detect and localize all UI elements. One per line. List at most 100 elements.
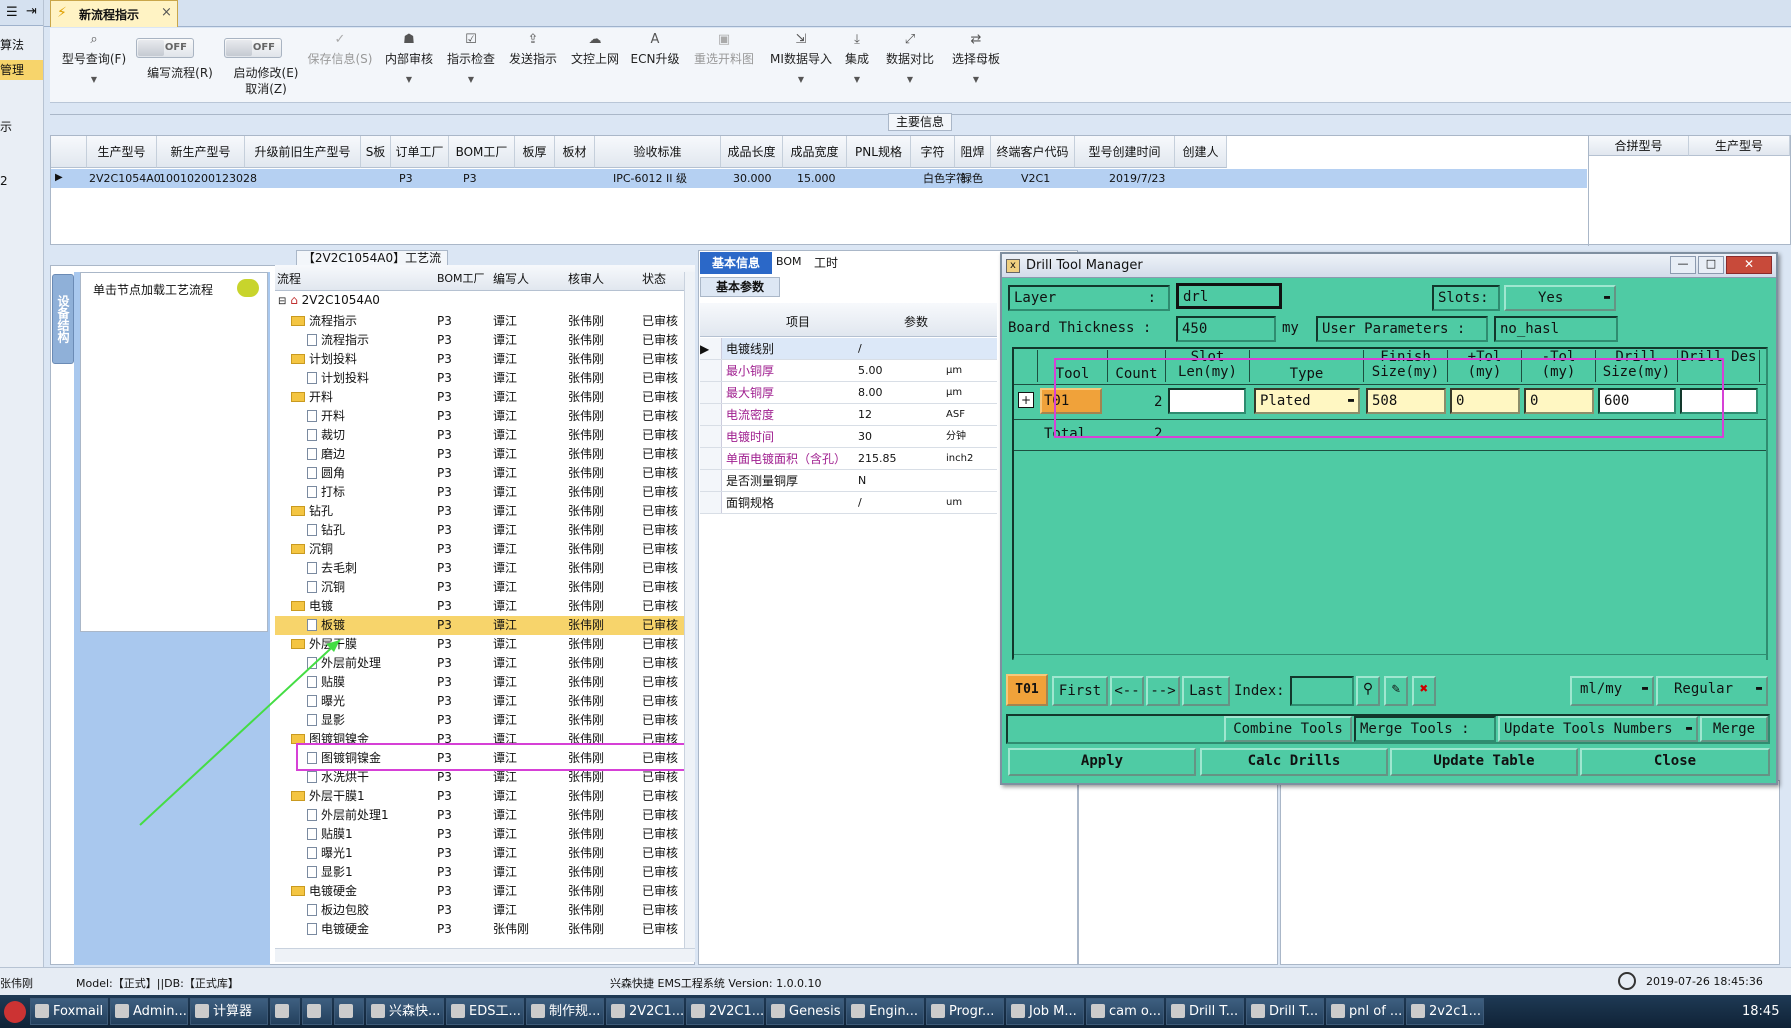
subtab-basic-params[interactable]: 基本参数: [700, 277, 780, 297]
table-row[interactable]: 电流密度 12 ASF: [700, 404, 997, 426]
expand-row-icon[interactable]: +: [1018, 392, 1034, 408]
col-header[interactable]: 参数: [904, 313, 928, 330]
tree-row[interactable]: 电镀硬金 P3 谭江 张伟刚 已审核: [275, 882, 685, 901]
edit-icon[interactable]: ✎: [1384, 676, 1408, 706]
taskbar-item[interactable]: 2v2c1...: [1406, 998, 1484, 1025]
calc-drills-button[interactable]: Calc Drills: [1200, 748, 1388, 776]
tree-hscrollbar[interactable]: [275, 948, 695, 962]
tree-row[interactable]: 计划投料 P3 谭江 张伟刚 已审核: [275, 350, 685, 369]
col-header[interactable]: 验收标准: [595, 136, 721, 168]
prev-button[interactable]: <--: [1110, 676, 1144, 706]
tree-row[interactable]: 钻孔 P3 谭江 张伟刚 已审核: [275, 502, 685, 521]
tab-close-icon[interactable]: ×: [161, 5, 172, 20]
col-header[interactable]: 项目: [786, 313, 810, 330]
apply-button[interactable]: Apply: [1008, 748, 1196, 776]
doc-control-online-button[interactable]: ☁ 文控上网: [566, 32, 624, 67]
tree-row[interactable]: 裁切 P3 谭江 张伟刚 已审核: [275, 426, 685, 445]
col-header[interactable]: 新生产型号: [157, 136, 245, 168]
dtm-titlebar[interactable]: x Drill Tool Manager — □ ✕: [1002, 254, 1776, 278]
taskbar-item[interactable]: 兴森快...: [366, 998, 444, 1025]
table-row[interactable]: 面铜规格 / um: [700, 492, 997, 514]
next-button[interactable]: -->: [1146, 676, 1180, 706]
tab-new-process[interactable]: ⚡ 新流程指示 ×: [50, 0, 178, 27]
close-button[interactable]: Close: [1580, 748, 1770, 776]
col-header[interactable]: 状态: [642, 270, 666, 287]
tree-row[interactable]: 圆角 P3 谭江 张伟刚 已审核: [275, 464, 685, 483]
taskbar-item[interactable]: pnl of ...: [1326, 998, 1404, 1025]
update-tools-numbers-dropdown[interactable]: Update Tools Numbers ▬: [1498, 716, 1698, 742]
table-row[interactable]: 单面电镀面积（含孔） 215.85 inch2: [700, 448, 997, 470]
first-button[interactable]: First: [1052, 676, 1108, 706]
col-header[interactable]: S板: [361, 136, 391, 168]
instruction-check-button[interactable]: ☑ 指示检查 ▼: [442, 32, 500, 84]
ecn-upgrade-button[interactable]: A ECN升级: [626, 32, 684, 67]
tree-row[interactable]: 开料 P3 谭江 张伟刚 已审核: [275, 407, 685, 426]
minimize-icon[interactable]: —: [1670, 256, 1696, 274]
col-header[interactable]: BOM工厂: [449, 136, 515, 168]
table-row[interactable]: 最大铜厚 8.00 μm: [700, 382, 997, 404]
start-icon[interactable]: [4, 1001, 26, 1023]
send-instruction-button[interactable]: ⇪ 发送指示: [504, 32, 562, 67]
col-header[interactable]: 终端客户代码: [991, 136, 1075, 168]
taskbar-item[interactable]: 制作规...: [526, 998, 604, 1025]
sidebar-item-instruction[interactable]: 示: [0, 118, 12, 135]
tree-row[interactable]: 沉铜 P3 谭江 张伟刚 已审核: [275, 540, 685, 559]
taskbar-item[interactable]: [334, 998, 364, 1025]
col-header[interactable]: 升级前旧生产型号: [245, 136, 361, 168]
update-table-button[interactable]: Update Table: [1390, 748, 1578, 776]
delete-icon[interactable]: ✖: [1412, 676, 1436, 706]
col-header[interactable]: 订单工厂: [391, 136, 449, 168]
layer-input[interactable]: drl: [1176, 283, 1282, 309]
tree-row[interactable]: 板边包胶 P3 谭江 张伟刚 已审核: [275, 901, 685, 920]
maximize-icon[interactable]: □: [1698, 256, 1724, 274]
col-header[interactable]: 合拼型号: [1589, 136, 1689, 156]
col-header[interactable]: 创建人: [1175, 136, 1227, 168]
col-header[interactable]: 生产型号: [87, 136, 157, 168]
col-header[interactable]: PNL规格: [847, 136, 911, 168]
taskbar-item[interactable]: Drill T...: [1246, 998, 1324, 1025]
col-header[interactable]: 板厚: [515, 136, 555, 168]
combine-tools-button[interactable]: Combine Tools: [1224, 716, 1352, 742]
tree-root[interactable]: ⊟ ⌂ 2V2C1054A0: [278, 293, 380, 307]
sidebar-item-2[interactable]: 2: [0, 174, 8, 188]
locate-icon[interactable]: ⚲: [1356, 676, 1380, 706]
units-dropdown[interactable]: ml/my ▬: [1570, 676, 1654, 706]
model-query-button[interactable]: ⌕ 型号查询(F) ▼: [54, 32, 134, 84]
taskbar-item[interactable]: Drill T...: [1166, 998, 1244, 1025]
integrate-button[interactable]: ⤓ 集成 ▼: [840, 32, 874, 84]
tree-row[interactable]: 曝光1 P3 谭江 张伟刚 已审核: [275, 844, 685, 863]
menu-icon[interactable]: ☰: [6, 5, 18, 20]
taskbar-item[interactable]: Job M...: [1006, 998, 1084, 1025]
board-thickness-input[interactable]: 450: [1176, 316, 1276, 342]
internal-audit-button[interactable]: ☗ 内部审核 ▼: [380, 32, 438, 84]
merge-button[interactable]: Merge: [1700, 716, 1768, 742]
start-modify-toggle[interactable]: OFF: [224, 38, 282, 58]
taskbar-item[interactable]: Genesis: [766, 998, 844, 1025]
taskbar-item[interactable]: EDS工...: [446, 998, 524, 1025]
collapse-icon[interactable]: ⊟: [278, 296, 286, 307]
slots-dropdown[interactable]: Yes ▬: [1504, 285, 1616, 311]
grid-hscrollbar[interactable]: [1014, 654, 1766, 666]
tree-row[interactable]: 去毛刺 P3 谭江 张伟刚 已审核: [275, 559, 685, 578]
taskbar-item[interactable]: [270, 998, 300, 1025]
taskbar-item[interactable]: 计算器: [190, 998, 268, 1025]
tree-row[interactable]: 打标 P3 谭江 张伟刚 已审核: [275, 483, 685, 502]
exit-icon[interactable]: ⇥: [26, 4, 37, 19]
tree-row[interactable]: 钻孔 P3 谭江 张伟刚 已审核: [275, 521, 685, 540]
table-row[interactable]: 最小铜厚 5.00 μm: [700, 360, 997, 382]
tree-row[interactable]: 显影1 P3 谭江 张伟刚 已审核: [275, 863, 685, 882]
col-header[interactable]: BOM工厂: [437, 270, 485, 286]
edit-flow-toggle[interactable]: OFF: [136, 38, 194, 58]
close-icon[interactable]: ✕: [1726, 256, 1772, 274]
tree-row[interactable]: 流程指示 P3 谭江 张伟刚 已审核: [275, 312, 685, 331]
tree-row[interactable]: 流程指示 P3 谭江 张伟刚 已审核: [275, 331, 685, 350]
col-header[interactable]: 型号创建时间: [1075, 136, 1175, 168]
tab-basic-info[interactable]: 基本信息: [700, 252, 772, 274]
tab-bom[interactable]: BOM: [776, 255, 802, 268]
user-params-input[interactable]: no_hasl: [1494, 316, 1618, 342]
taskbar-item[interactable]: 2V2C1...: [606, 998, 684, 1025]
col-header[interactable]: 板材: [555, 136, 595, 168]
mode-dropdown[interactable]: Regular ▬: [1656, 676, 1768, 706]
tab-labor-time[interactable]: 工时: [814, 254, 838, 271]
col-header[interactable]: 流程: [277, 270, 301, 287]
